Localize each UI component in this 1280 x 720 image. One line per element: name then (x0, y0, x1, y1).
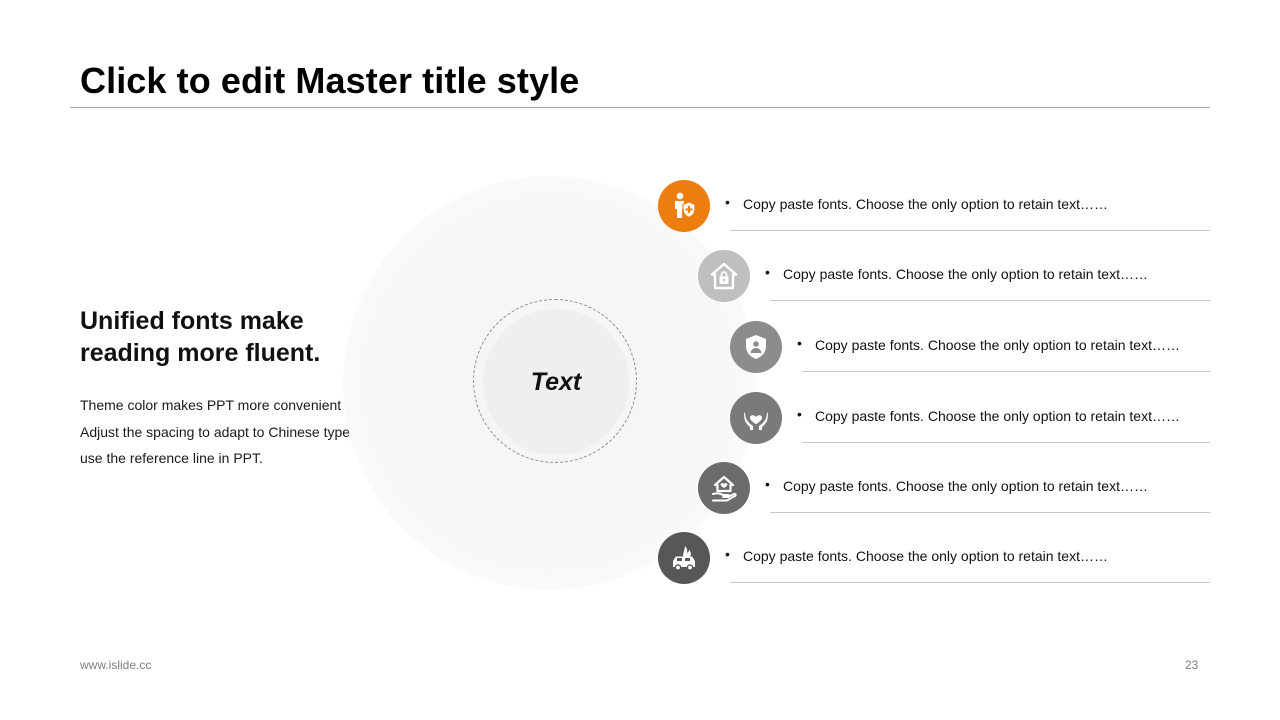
item-text: Copy paste fonts. Choose the only option… (783, 478, 1148, 494)
title-underline (70, 107, 1210, 108)
hands-heart-icon (744, 412, 768, 430)
item-divider (802, 371, 1210, 372)
slide-title: Click to edit Master title style (80, 60, 580, 101)
item-text: Copy paste fonts. Choose the only option… (743, 196, 1108, 212)
center-label: Text (530, 367, 582, 396)
car-fire-icon (673, 546, 695, 571)
page-number: 23 (1185, 658, 1199, 672)
icon-badge (658, 532, 710, 584)
item-divider (730, 582, 1210, 583)
person-shield-icon (675, 192, 696, 219)
icon-badge (730, 392, 782, 444)
bullet: • (725, 546, 730, 562)
center-circle: Text (483, 309, 629, 455)
bullet: • (797, 406, 802, 422)
shield-person-icon (746, 335, 766, 359)
item-divider (770, 300, 1210, 301)
bullet: • (765, 264, 770, 280)
icon-badge (730, 321, 782, 373)
item-divider (770, 512, 1210, 513)
icon-badge (658, 180, 710, 232)
bullet: • (725, 194, 730, 210)
item-divider (802, 442, 1210, 443)
icon-badge (698, 462, 750, 514)
bullet: • (765, 476, 770, 492)
house-lock-icon (710, 262, 738, 290)
item-text: Copy paste fonts. Choose the only option… (783, 266, 1148, 282)
footer-url: www.islide.cc (80, 658, 152, 672)
item-text: Copy paste fonts. Choose the only option… (815, 337, 1180, 353)
hand-house-icon (712, 475, 737, 502)
item-divider (730, 230, 1210, 231)
item-text: Copy paste fonts. Choose the only option… (743, 548, 1108, 564)
bullet: • (797, 335, 802, 351)
item-text: Copy paste fonts. Choose the only option… (815, 408, 1180, 424)
icon-badge (698, 250, 750, 302)
